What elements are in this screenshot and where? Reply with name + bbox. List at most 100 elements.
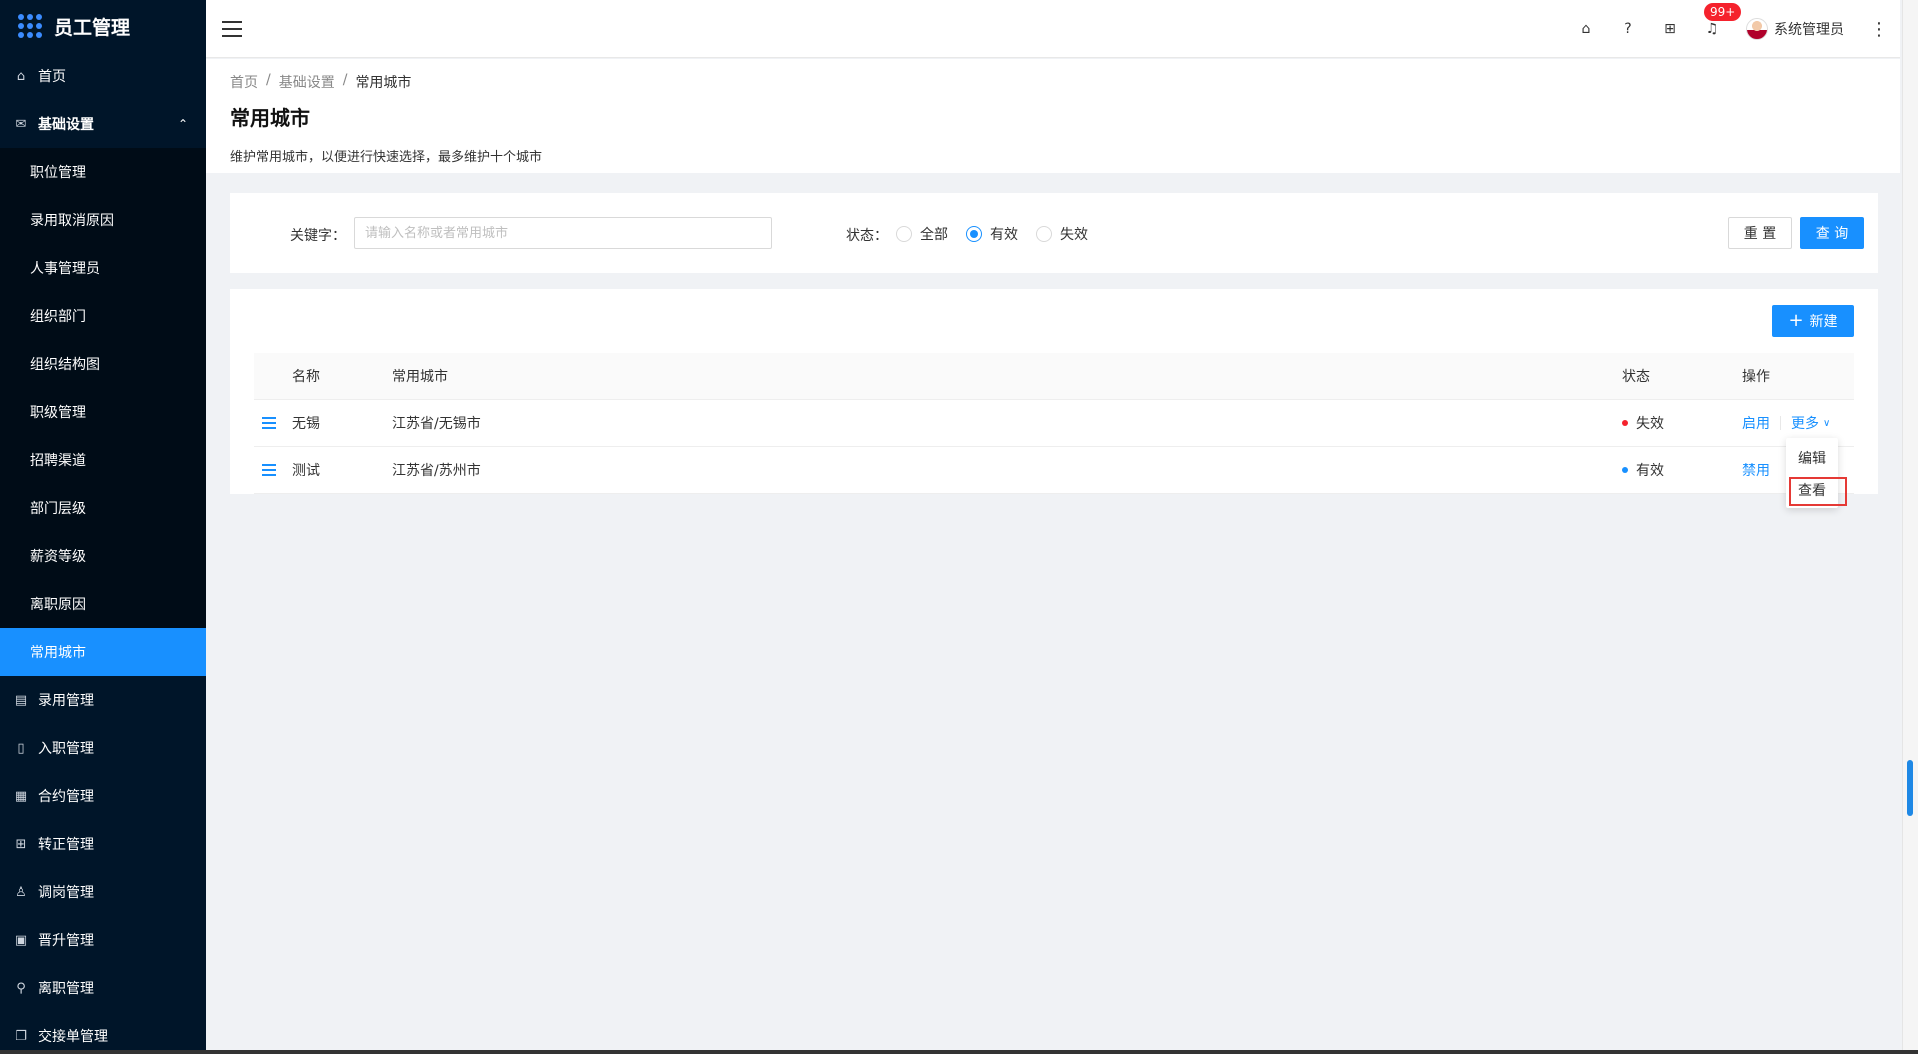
sidebar-item-label: 招聘渠道 (30, 453, 86, 469)
sidebar-item-label: 职位管理 (30, 165, 86, 181)
status-label: 状态： (846, 228, 888, 244)
sidebar-group-label: 基础设置 (38, 117, 94, 133)
more-dropdown-trigger[interactable]: 更多 ∨ (1791, 413, 1830, 433)
sidebar-item-offer[interactable]: ▤ 录用管理 (0, 676, 206, 724)
status-dot (1622, 420, 1628, 426)
sidebar-item-resignation[interactable]: ⚲ 离职管理 (0, 964, 206, 1012)
page-header: 首页 / 基础设置 / 常用城市 常用城市 维护常用城市，以便进行快速选择，最多… (206, 59, 1900, 173)
status-text: 失效 (1636, 416, 1664, 432)
breadcrumb-current: 常用城市 (355, 75, 412, 91)
sidebar-item-label: 离职管理 (38, 981, 94, 997)
header-actions: ⌂ ? ⊞ ♫ 99+ 系统管理员 ⋮ (1578, 0, 1888, 58)
enable-link[interactable]: 启用 (1742, 413, 1770, 433)
radio-circle (1036, 226, 1052, 242)
plus-icon: + (1788, 310, 1804, 331)
column-header-name: 名称 (292, 369, 320, 385)
status-radio-group: 全部 有效 失效 (896, 224, 1088, 244)
sidebar-item-leave-reason[interactable]: 离职原因 (0, 580, 206, 628)
table-header: 名称 常用城市 状态 操作 (254, 353, 1854, 400)
cell-op: 禁用 (1742, 460, 1770, 480)
more-label: 更多 (1791, 416, 1819, 432)
sidebar-item-regularization[interactable]: ⊞ 转正管理 (0, 820, 206, 868)
sidebar-item-transfer[interactable]: ♙ 调岗管理 (0, 868, 206, 916)
radio-label: 有效 (990, 227, 1018, 243)
sidebar-item-offer-cancel-reason[interactable]: 录用取消原因 (0, 196, 206, 244)
cell-name: 测试 (292, 463, 320, 479)
menu-fold-icon[interactable] (222, 19, 242, 39)
sidebar-item-label: 入职管理 (38, 741, 94, 757)
sidebar-item-label: 职级管理 (30, 405, 86, 421)
status-radio-all[interactable]: 全部 (896, 224, 948, 244)
sidebar-item-label: 部门层级 (30, 501, 86, 517)
drag-handle-icon[interactable] (262, 417, 276, 429)
sidebar-item-label: 晋升管理 (38, 933, 94, 949)
page-title: 常用城市 (230, 106, 310, 130)
user-menu[interactable]: 系统管理员 (1746, 18, 1844, 40)
cell-name: 无锡 (292, 416, 320, 432)
city-table: 名称 常用城市 状态 操作 无锡 江苏省/无锡市 失效 启用 更多 ∨ 测试 江… (254, 353, 1854, 494)
sidebar-item-home[interactable]: ⌂ 首页 (0, 52, 206, 100)
sidebar-item-hr-admin[interactable]: 人事管理员 (0, 244, 206, 292)
leave-icon: ⚲ (16, 980, 26, 996)
breadcrumb-basic-settings[interactable]: 基础设置 (279, 72, 335, 92)
chevron-up-icon: ⌃ (177, 117, 188, 131)
scrollbar-thumb[interactable] (1907, 760, 1913, 816)
apps-icon[interactable]: ⊞ (1662, 21, 1678, 37)
status-dot (1622, 467, 1628, 473)
sidebar-item-salary-grade[interactable]: 薪资等级 (0, 532, 206, 580)
status-radio-valid[interactable]: 有效 (966, 224, 1018, 244)
dropdown-item-edit[interactable]: 编辑 (1786, 442, 1838, 474)
page-description: 维护常用城市，以便进行快速选择，最多维护十个城市 (230, 150, 543, 165)
sidebar-item-label: 转正管理 (38, 837, 94, 853)
sidebar-item-handover[interactable]: ❐ 交接单管理 (0, 1012, 206, 1054)
sidebar-item-rank[interactable]: 职级管理 (0, 388, 206, 436)
home-icon[interactable]: ⌂ (1578, 21, 1594, 37)
sidebar-submenu: 职位管理 录用取消原因 人事管理员 组织部门 组织结构图 职级管理 招聘渠道 部… (0, 148, 206, 676)
sidebar-item-org-chart[interactable]: 组织结构图 (0, 340, 206, 388)
vertical-scrollbar[interactable] (1902, 0, 1918, 1054)
bell-icon[interactable]: ♫ 99+ (1704, 3, 1742, 37)
sidebar-item-dept-level[interactable]: 部门层级 (0, 484, 206, 532)
chevron-down-icon: ∨ (1823, 417, 1831, 429)
more-vertical-icon[interactable]: ⋮ (1870, 19, 1888, 40)
keyword-label: 关键字： (290, 228, 346, 244)
column-header-status: 状态 (1622, 369, 1650, 385)
query-button[interactable]: 查 询 (1800, 217, 1864, 249)
sidebar-item-label: 录用管理 (38, 693, 94, 709)
column-header-city: 常用城市 (392, 369, 448, 385)
sidebar-item-label: 离职原因 (30, 597, 86, 613)
sidebar-item-recruit-channel[interactable]: 招聘渠道 (0, 436, 206, 484)
table-card: + 新建 名称 常用城市 状态 操作 无锡 江苏省/无锡市 失效 启用 更多 ∨ (230, 289, 1878, 494)
highlight-box (1789, 477, 1847, 506)
sidebar-item-contract[interactable]: ▦ 合约管理 (0, 772, 206, 820)
radio-label: 失效 (1060, 227, 1088, 243)
sidebar-item-promotion[interactable]: ▣ 晋升管理 (0, 916, 206, 964)
sidebar-item-position[interactable]: 职位管理 (0, 148, 206, 196)
sidebar-item-common-city[interactable]: 常用城市 (0, 628, 206, 676)
breadcrumb-home[interactable]: 首页 (230, 72, 258, 92)
grid-icon: ⊞ (15, 836, 27, 852)
app-logo[interactable]: 员工管理 (0, 0, 206, 52)
sidebar-item-org-department[interactable]: 组织部门 (0, 292, 206, 340)
sidebar-item-onboarding[interactable]: ▯ 入职管理 (0, 724, 206, 772)
new-button-label: 新建 (1809, 314, 1838, 330)
cell-status: 失效 (1622, 413, 1664, 433)
apps-grid-icon (18, 14, 42, 38)
table-row: 测试 江苏省/苏州市 有效 禁用 (254, 447, 1854, 494)
mail-icon: ✉ (15, 116, 27, 132)
file-icon: ▯ (17, 740, 25, 756)
keyword-input[interactable] (354, 217, 772, 249)
help-icon[interactable]: ? (1620, 21, 1636, 37)
status-radio-invalid[interactable]: 失效 (1036, 224, 1088, 244)
drag-handle-icon[interactable] (262, 464, 276, 476)
breadcrumb: 首页 / 基础设置 / 常用城市 (230, 72, 1900, 92)
sidebar-item-label: 交接单管理 (38, 1029, 108, 1045)
disable-link[interactable]: 禁用 (1742, 460, 1770, 480)
sidebar-item-label: 薪资等级 (30, 549, 86, 565)
calendar-icon: ▦ (14, 788, 28, 804)
reset-button[interactable]: 重 置 (1728, 217, 1792, 249)
breadcrumb-separator: / (342, 72, 348, 88)
new-button[interactable]: + 新建 (1772, 305, 1854, 337)
avatar (1746, 18, 1768, 40)
sidebar-group-basic-settings[interactable]: ✉ 基础设置 ⌃ (0, 100, 206, 148)
